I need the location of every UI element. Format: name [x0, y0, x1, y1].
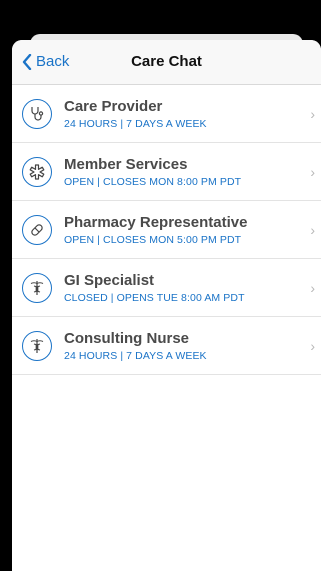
item-status: 24 HOURS | 7 DAYS A WEEK — [64, 349, 207, 362]
star-of-life-icon — [22, 156, 52, 187]
pill-icon — [22, 214, 52, 245]
item-title: Care Provider — [64, 97, 163, 115]
chat-option-list: Care Provider 24 HOURS | 7 DAYS A WEEK ›… — [12, 85, 321, 375]
item-status: OPEN | CLOSES MON 8:00 PM PDT — [64, 175, 242, 188]
caduceus-icon — [22, 272, 52, 303]
device-frame: Back Care Chat Care Provider 24 HOURS | … — [0, 0, 321, 571]
item-title: Consulting Nurse — [64, 329, 190, 347]
item-title: Member Services — [64, 155, 188, 173]
item-status: CLOSED | OPENS TUE 8:00 AM PDT — [64, 291, 245, 304]
page-title: Care Chat — [131, 53, 202, 70]
caduceus-icon — [22, 330, 52, 361]
chevron-right-icon: › — [310, 163, 315, 180]
item-title: GI Specialist — [64, 271, 155, 289]
chevron-right-icon: › — [310, 221, 315, 238]
navigation-bar: Back Care Chat — [12, 40, 321, 85]
list-item-pharmacy-representative[interactable]: Pharmacy Representative OPEN | CLOSES MO… — [12, 201, 321, 259]
care-chat-sheet: Back Care Chat Care Provider 24 HOURS | … — [12, 40, 321, 571]
list-item-member-services[interactable]: Member Services OPEN | CLOSES MON 8:00 P… — [12, 143, 321, 201]
chevron-right-icon: › — [310, 105, 315, 122]
item-title: Pharmacy Representative — [64, 213, 248, 231]
list-item-gi-specialist[interactable]: GI Specialist CLOSED | OPENS TUE 8:00 AM… — [12, 259, 321, 317]
stethoscope-icon — [22, 98, 52, 129]
item-status: OPEN | CLOSES MON 5:00 PM PDT — [64, 233, 242, 246]
list-item-care-provider[interactable]: Care Provider 24 HOURS | 7 DAYS A WEEK › — [12, 85, 321, 143]
list-item-consulting-nurse[interactable]: Consulting Nurse 24 HOURS | 7 DAYS A WEE… — [12, 317, 321, 375]
chevron-right-icon: › — [310, 337, 315, 354]
chevron-right-icon: › — [310, 279, 315, 296]
item-status: 24 HOURS | 7 DAYS A WEEK — [64, 117, 207, 130]
